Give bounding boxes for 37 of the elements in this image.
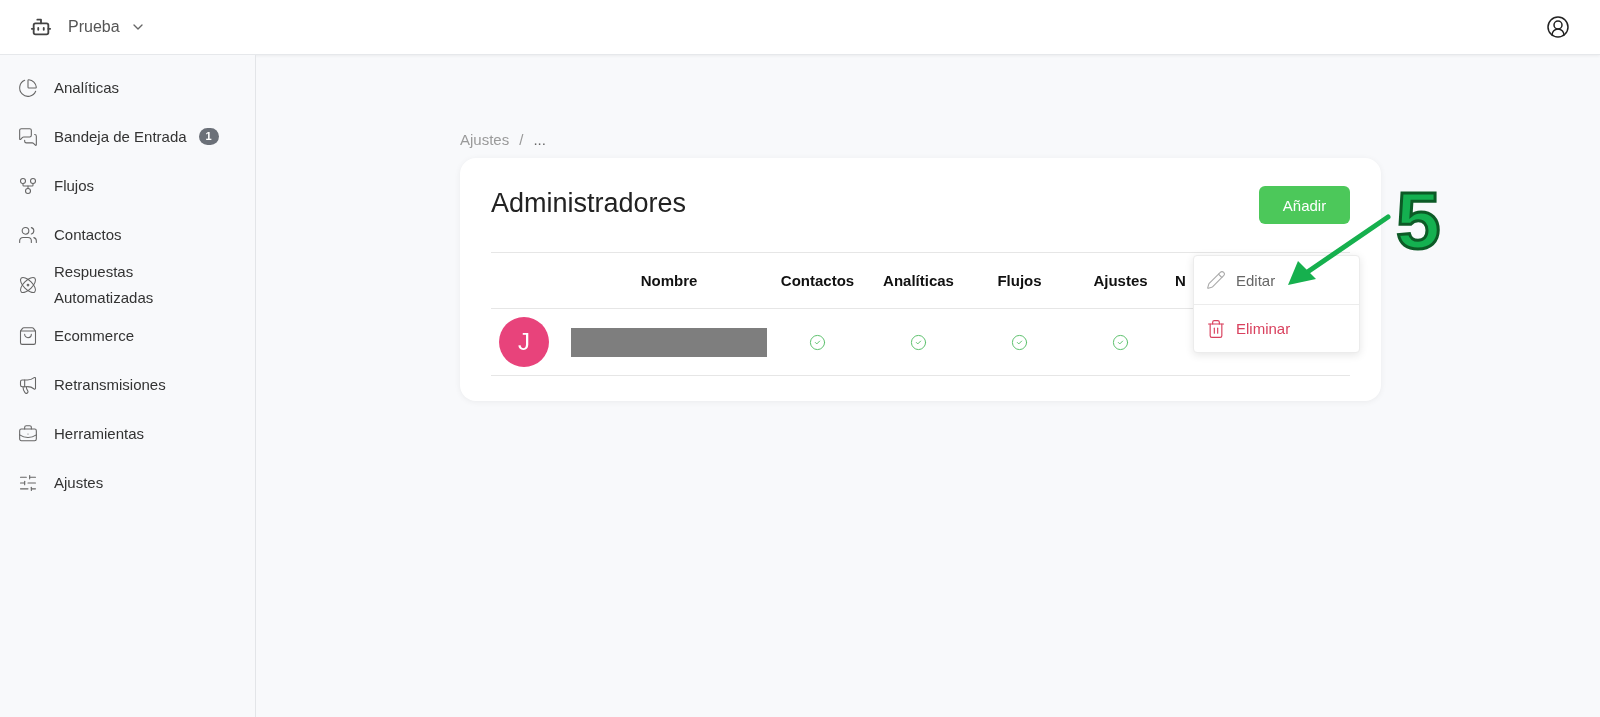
workspace-dropdown[interactable]: Prueba: [68, 18, 146, 36]
column-header: Contactos: [780, 272, 855, 289]
column-header: Ajustes: [1093, 272, 1148, 289]
sidebar-item[interactable]: Ecommerce: [0, 311, 255, 360]
sidebar-item[interactable]: Bandeja de Entrada 1: [0, 112, 255, 161]
step-number: 5: [1396, 181, 1441, 261]
user-account-icon[interactable]: [1546, 15, 1570, 39]
briefcase-icon: [18, 423, 38, 444]
shopping-bag-icon: [18, 325, 38, 346]
sidebar-item[interactable]: Contactos: [0, 210, 255, 259]
sidebar-item[interactable]: Flujos: [0, 161, 255, 210]
sidebar-item[interactable]: Herramientas: [0, 409, 255, 458]
column-header: Flujos: [997, 272, 1042, 289]
menu-item[interactable]: Editar: [1194, 256, 1359, 304]
sidebar-item[interactable]: Retransmisiones: [0, 360, 255, 409]
menu-item[interactable]: Eliminar: [1194, 304, 1359, 352]
pencil-icon: [1206, 270, 1226, 290]
robot-icon: [30, 16, 52, 38]
sliders-icon: [18, 472, 38, 493]
flow-nodes-icon: [18, 175, 38, 196]
breadcrumb-separator: /: [519, 131, 524, 148]
trash-icon: [1206, 318, 1226, 339]
chat-bubbles-icon: [18, 126, 38, 147]
people-icon: [18, 224, 38, 245]
sidebar-item[interactable]: Ajustes: [0, 458, 255, 507]
atom-icon: [18, 275, 38, 295]
pie-chart-icon: [18, 77, 38, 98]
avatar: J: [499, 317, 549, 367]
column-header: Nombre: [640, 272, 698, 289]
breadcrumb-current: ...: [533, 131, 546, 148]
megaphone-icon: [18, 374, 38, 395]
column-header: Analíticas: [883, 272, 954, 289]
column-header: N: [1174, 272, 1186, 289]
card-title: Administradores: [491, 187, 687, 219]
sidebar-item[interactable]: Respuestas Automatizadas: [0, 259, 255, 311]
sidebar-item[interactable]: Analíticas: [0, 63, 255, 112]
unread-count: 1: [198, 128, 219, 145]
